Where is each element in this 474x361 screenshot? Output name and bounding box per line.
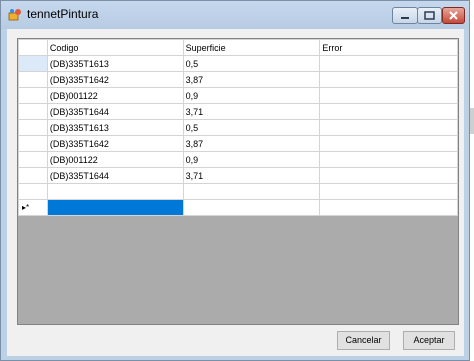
row-header[interactable] bbox=[18, 87, 48, 104]
row-header[interactable] bbox=[18, 119, 48, 136]
cell-superficie[interactable]: 0,9 bbox=[182, 87, 321, 104]
cell-superficie[interactable]: 0,5 bbox=[182, 119, 321, 136]
table-row[interactable]: (DB)001122 0,9 bbox=[18, 87, 458, 104]
cell-superficie[interactable]: 0,5 bbox=[182, 55, 321, 72]
table-row[interactable]: (DB)001122 0,9 bbox=[18, 151, 458, 168]
cell-error[interactable] bbox=[319, 103, 458, 120]
cell-superficie[interactable]: 0,9 bbox=[182, 151, 321, 168]
new-row-cell-codigo-selected[interactable] bbox=[46, 199, 184, 216]
cell-superficie[interactable]: 3,87 bbox=[182, 135, 321, 152]
title-bar[interactable]: tennetPintura bbox=[1, 1, 469, 29]
cell-superficie[interactable]: 3,71 bbox=[182, 167, 321, 184]
data-grid[interactable]: Codigo Superficie Error (DB)335T1613 0,5 bbox=[17, 38, 459, 325]
cell-error[interactable] bbox=[319, 55, 458, 72]
cell-error[interactable] bbox=[319, 71, 458, 88]
window-title: tennetPintura bbox=[27, 7, 99, 21]
close-button[interactable] bbox=[442, 7, 465, 24]
table-row[interactable]: (DB)335T1642 3,87 bbox=[18, 71, 458, 88]
minimize-icon bbox=[401, 17, 409, 19]
cell-superficie[interactable]: 3,71 bbox=[182, 103, 321, 120]
row-header[interactable] bbox=[18, 151, 48, 168]
table-row[interactable]: (DB)335T1642 3,87 bbox=[18, 135, 458, 152]
client-area: Codigo Superficie Error (DB)335T1613 0,5 bbox=[7, 29, 464, 356]
cell-codigo[interactable]: (DB)335T1644 bbox=[46, 103, 184, 120]
cell-codigo[interactable]: (DB)335T1613 bbox=[46, 119, 184, 136]
new-row-marker-icon: ▸* bbox=[22, 203, 30, 212]
table-row[interactable] bbox=[18, 183, 458, 200]
maximize-button[interactable] bbox=[417, 7, 442, 24]
minimize-button[interactable] bbox=[392, 7, 418, 24]
table-row[interactable]: (DB)335T1613 0,5 bbox=[18, 55, 458, 72]
paint-app-icon bbox=[8, 9, 21, 21]
accept-button[interactable]: Aceptar bbox=[403, 331, 455, 350]
row-header[interactable] bbox=[18, 167, 48, 184]
cell-codigo[interactable]: (DB)335T1642 bbox=[46, 71, 184, 88]
row-header[interactable] bbox=[18, 71, 48, 88]
new-row-cell-error[interactable] bbox=[319, 199, 458, 216]
close-icon bbox=[449, 11, 458, 20]
cell-error[interactable] bbox=[319, 183, 458, 200]
cell-codigo[interactable]: (DB)335T1644 bbox=[46, 167, 184, 184]
row-header[interactable] bbox=[18, 135, 48, 152]
maximize-icon bbox=[424, 11, 435, 20]
table-row[interactable]: (DB)335T1644 3,71 bbox=[18, 167, 458, 184]
cell-error[interactable] bbox=[319, 119, 458, 136]
cell-codigo[interactable]: (DB)335T1613 bbox=[46, 55, 184, 72]
cell-error[interactable] bbox=[319, 151, 458, 168]
data-grid-table: Codigo Superficie Error (DB)335T1613 0,5 bbox=[18, 39, 458, 216]
cell-codigo[interactable]: (DB)001122 bbox=[46, 151, 184, 168]
column-header-error[interactable]: Error bbox=[319, 39, 458, 56]
row-header[interactable] bbox=[18, 183, 48, 200]
table-row[interactable]: (DB)335T1613 0,5 bbox=[18, 119, 458, 136]
row-header[interactable] bbox=[18, 103, 48, 120]
new-row[interactable]: ▸* bbox=[18, 199, 458, 216]
cell-codigo[interactable]: (DB)335T1642 bbox=[46, 135, 184, 152]
cell-error[interactable] bbox=[319, 87, 458, 104]
cell-codigo[interactable] bbox=[46, 183, 184, 200]
cell-superficie[interactable] bbox=[182, 183, 321, 200]
corner-header[interactable] bbox=[18, 39, 48, 56]
row-header[interactable] bbox=[18, 55, 48, 72]
column-header-superficie[interactable]: Superficie bbox=[182, 39, 321, 56]
new-row-header[interactable]: ▸* bbox=[18, 199, 48, 216]
cell-superficie[interactable]: 3,87 bbox=[182, 71, 321, 88]
column-header-codigo[interactable]: Codigo bbox=[46, 39, 184, 56]
cell-error[interactable] bbox=[319, 167, 458, 184]
cell-codigo[interactable]: (DB)001122 bbox=[46, 87, 184, 104]
app-window: tennetPintura Codigo Superficie Error (D… bbox=[0, 0, 470, 361]
new-row-cell-superficie[interactable] bbox=[182, 199, 321, 216]
cancel-button[interactable]: Cancelar bbox=[337, 331, 390, 350]
cell-error[interactable] bbox=[319, 135, 458, 152]
table-row[interactable]: (DB)335T1644 3,71 bbox=[18, 103, 458, 120]
background-window-scrollbar bbox=[470, 108, 474, 134]
